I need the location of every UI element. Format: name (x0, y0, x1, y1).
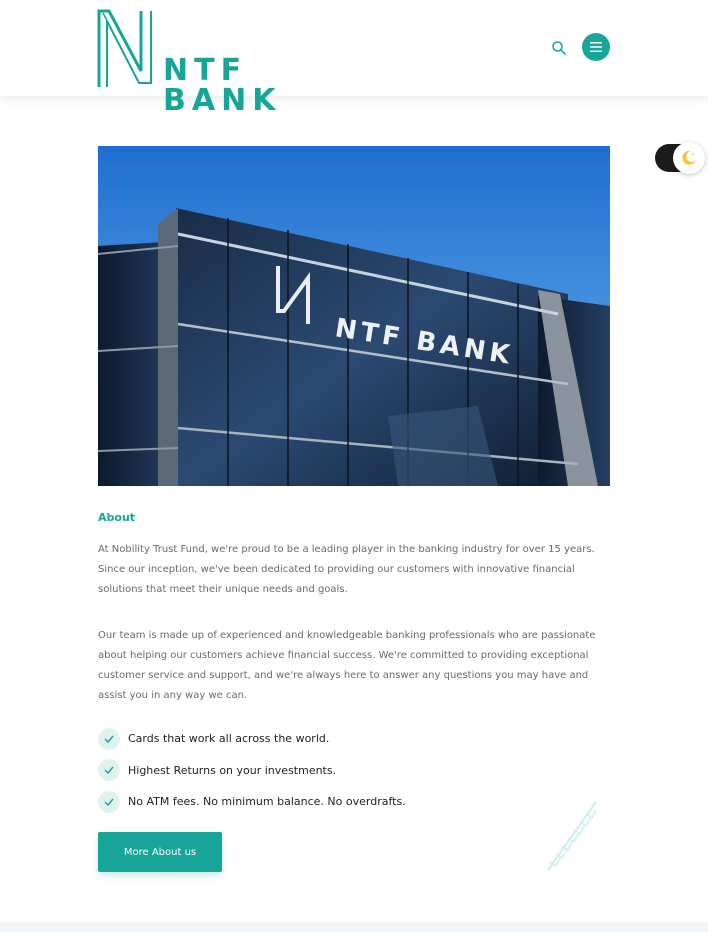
about-paragraph-2: Our team is made up of experienced and k… (98, 630, 596, 701)
toggle-knob (673, 142, 705, 174)
site-header: NTF BANK (0, 0, 708, 116)
feature-item: No ATM fees. No minimum balance. No over… (98, 786, 406, 818)
brand-name: NTF BANK (163, 53, 282, 118)
dark-mode-toggle[interactable] (655, 142, 705, 174)
more-about-us-button[interactable]: More About us (98, 832, 222, 872)
feature-text: Highest Returns on your investments. (128, 763, 337, 777)
about-section-label: About (98, 511, 136, 524)
hamburger-menu-icon (590, 42, 602, 52)
feature-item: Highest Returns on your investments. (98, 755, 406, 787)
search-icon[interactable] (551, 40, 567, 56)
checkmark-icon (98, 727, 120, 750)
about-paragraph-1: At Nobility Trust Fund, we're proud to b… (98, 544, 595, 595)
feature-text: No ATM fees. No minimum balance. No over… (128, 795, 406, 809)
brand-logo[interactable]: NTF BANK (97, 9, 359, 116)
feature-item: Cards that work all across the world. (98, 723, 406, 755)
decorative-leaf-icon (547, 801, 597, 871)
logo-n-monogram-icon (97, 9, 152, 87)
menu-button[interactable] (582, 33, 610, 61)
footer-divider (0, 922, 708, 932)
moon-icon (682, 150, 696, 165)
feature-text: Cards that work all across the world. (128, 732, 330, 746)
feature-list: Cards that work all across the world. Hi… (98, 723, 406, 818)
hero-bank-building-image: NTF BANK (98, 146, 610, 486)
checkmark-icon (98, 790, 120, 813)
checkmark-icon (98, 759, 120, 782)
